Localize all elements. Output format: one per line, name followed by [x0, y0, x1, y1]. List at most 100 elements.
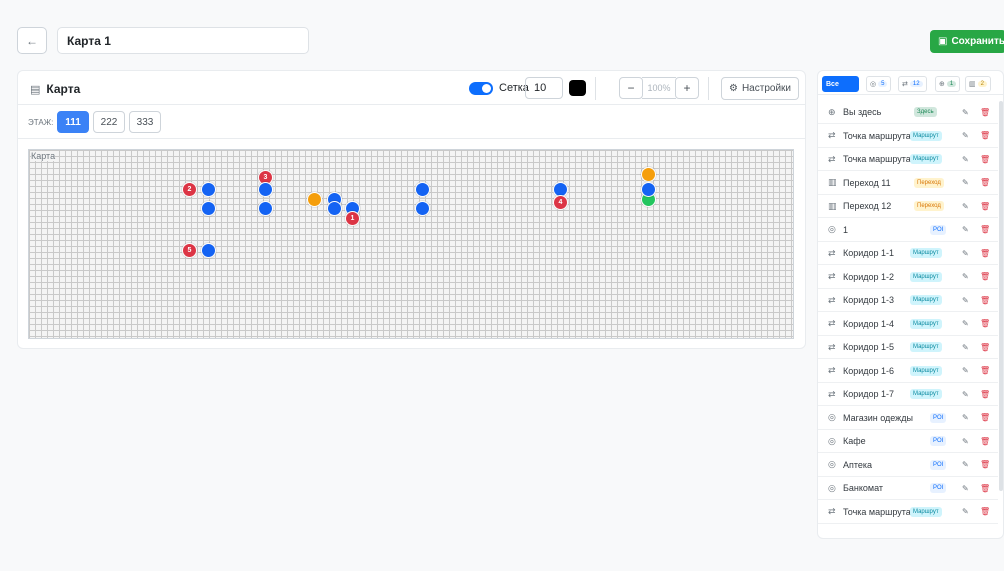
trash-icon[interactable]: 🗑 — [980, 484, 990, 493]
map-marker[interactable] — [201, 243, 216, 258]
trash-icon[interactable]: 🗑 — [980, 249, 990, 258]
list-item[interactable]: ◎ Банкомат POI ✎ 🗑 — [818, 477, 998, 500]
trash-icon[interactable]: 🗑 — [980, 366, 990, 375]
item-type-icon: ▥ — [828, 177, 837, 187]
list-item[interactable]: ◎ Аптека POI ✎ 🗑 — [818, 454, 998, 477]
trash-icon[interactable]: 🗑 — [980, 319, 990, 328]
map-marker[interactable] — [641, 182, 656, 197]
floor-tab-222[interactable]: 222 — [93, 111, 125, 133]
map-marker-numbered[interactable]: 5 — [182, 243, 197, 258]
map-marker[interactable] — [307, 192, 322, 207]
trash-icon[interactable]: 🗑 — [980, 225, 990, 234]
trash-icon[interactable]: 🗑 — [980, 460, 990, 469]
floor-tab-333[interactable]: 333 — [129, 111, 161, 133]
filter-chip[interactable]: ⊕ 1 — [935, 76, 961, 92]
trash-icon[interactable]: 🗑 — [980, 108, 990, 117]
pencil-icon[interactable]: ✎ — [962, 202, 969, 211]
list-item[interactable]: ⇄ Точка маршрута Маршрут ✎ 🗑 — [818, 125, 998, 148]
pencil-icon[interactable]: ✎ — [962, 155, 969, 164]
trash-icon[interactable]: 🗑 — [980, 296, 990, 305]
list-item[interactable]: ⇄ Коридор 1-6 Маршрут ✎ 🗑 — [818, 360, 998, 383]
map-marker-numbered[interactable]: 2 — [182, 182, 197, 197]
pencil-icon[interactable]: ✎ — [962, 296, 969, 305]
trash-icon[interactable]: 🗑 — [980, 178, 990, 187]
zoom-level: 100% — [642, 77, 676, 99]
zoom-in-button[interactable]: + — [675, 77, 699, 99]
pencil-icon[interactable]: ✎ — [962, 484, 969, 493]
trash-icon[interactable]: 🗑 — [980, 202, 990, 211]
map-marker-numbered[interactable]: 4 — [553, 195, 568, 210]
list-item[interactable]: ⇄ Коридор 1-7 Маршрут ✎ 🗑 — [818, 383, 998, 406]
pencil-icon[interactable]: ✎ — [962, 131, 969, 140]
list-item[interactable]: ⇄ Коридор 1-3 Маршрут ✎ 🗑 — [818, 289, 998, 312]
settings-button[interactable]: ⚙ Настройки — [721, 77, 799, 100]
pencil-icon[interactable]: ✎ — [962, 413, 969, 422]
list-item[interactable]: ◎ Кафе POI ✎ 🗑 — [818, 430, 998, 453]
list-item[interactable]: ⇄ Точка маршрута Маршрут ✎ 🗑 — [818, 501, 998, 524]
list-item[interactable]: ▥ Переход 11 Переход ✎ 🗑 — [818, 172, 998, 195]
item-type-icon: ⇄ — [828, 271, 836, 281]
pencil-icon[interactable]: ✎ — [962, 390, 969, 399]
list-item[interactable]: ⇄ Коридор 1-2 Маршрут ✎ 🗑 — [818, 266, 998, 289]
filter-chip[interactable]: ◎ 5 — [866, 76, 892, 92]
map-marker[interactable] — [327, 201, 342, 216]
list-item[interactable]: ⊕ Вы здесь Здесь ✎ 🗑 — [818, 101, 998, 124]
item-type-icon: ◎ — [828, 435, 836, 446]
grid-toggle[interactable] — [469, 82, 493, 95]
item-label: Банкомат — [843, 483, 884, 493]
pencil-icon[interactable]: ✎ — [962, 366, 969, 375]
pencil-icon[interactable]: ✎ — [962, 178, 969, 187]
trash-icon[interactable]: 🗑 — [980, 272, 990, 281]
filter-chip-label: ▥ — [969, 81, 976, 88]
item-label: Кафе — [843, 436, 866, 446]
grid-size-input[interactable]: 10 — [525, 77, 563, 99]
pencil-icon[interactable]: ✎ — [962, 272, 969, 281]
map-marker[interactable] — [415, 182, 430, 197]
filter-chip[interactable]: Все — [822, 76, 859, 92]
trash-icon[interactable]: 🗑 — [980, 413, 990, 422]
filter-chip[interactable]: ⇄ 12 — [898, 76, 927, 92]
list-item[interactable]: ⇄ Точка маршрута Маршрут ✎ 🗑 — [818, 148, 998, 171]
pencil-icon[interactable]: ✎ — [962, 249, 969, 258]
list-item[interactable]: ◎ Магазин одежды POI ✎ 🗑 — [818, 407, 998, 430]
item-label: Точка маршрута — [843, 130, 911, 141]
filter-chip[interactable]: ▥ 2 — [965, 76, 991, 92]
map-canvas[interactable]: Карта 23145 — [28, 149, 794, 339]
pencil-icon[interactable]: ✎ — [962, 343, 969, 352]
map-marker[interactable] — [641, 167, 656, 182]
floor-tab-111[interactable]: 111 — [57, 111, 89, 133]
trash-icon[interactable]: 🗑 — [980, 507, 990, 516]
list-item[interactable]: ▥ Переход 12 Переход ✎ 🗑 — [818, 195, 998, 218]
pencil-icon[interactable]: ✎ — [962, 507, 969, 516]
map-marker[interactable] — [258, 201, 273, 216]
pencil-icon[interactable]: ✎ — [962, 319, 969, 328]
list-item[interactable]: ◎ 1 POI ✎ 🗑 — [818, 219, 998, 242]
map-title-input[interactable] — [57, 27, 309, 54]
item-type-badge: Переход — [914, 177, 944, 188]
item-type-badge: Маршрут — [910, 248, 942, 258]
trash-icon[interactable]: 🗑 — [980, 390, 990, 399]
map-marker-numbered[interactable]: 1 — [345, 211, 360, 226]
trash-icon[interactable]: 🗑 — [980, 155, 990, 164]
save-button[interactable]: ▣ Сохранить — [930, 30, 1004, 53]
trash-icon[interactable]: 🗑 — [980, 343, 990, 352]
list-item[interactable]: ⇄ Коридор 1-4 Маршрут ✎ 🗑 — [818, 313, 998, 336]
zoom-out-button[interactable]: − — [619, 77, 643, 99]
trash-icon[interactable]: 🗑 — [980, 437, 990, 446]
map-marker[interactable] — [258, 182, 273, 197]
list-item[interactable]: ⇄ Коридор 1-5 Маршрут ✎ 🗑 — [818, 336, 998, 359]
item-type-icon: ⇄ — [828, 388, 836, 399]
grid-color-picker[interactable] — [569, 80, 586, 96]
map-marker[interactable] — [201, 182, 216, 197]
list-item[interactable]: ⇄ Коридор 1-1 Маршрут ✎ 🗑 — [818, 242, 998, 265]
pencil-icon[interactable]: ✎ — [962, 460, 969, 469]
pencil-icon[interactable]: ✎ — [962, 108, 969, 117]
map-marker[interactable] — [201, 201, 216, 216]
trash-icon[interactable]: 🗑 — [980, 131, 990, 140]
back-button[interactable]: ← — [17, 27, 47, 54]
scrollbar[interactable] — [999, 101, 1003, 491]
item-label: Магазин одежды — [843, 412, 913, 423]
pencil-icon[interactable]: ✎ — [962, 225, 969, 234]
pencil-icon[interactable]: ✎ — [962, 437, 969, 446]
map-marker[interactable] — [415, 201, 430, 216]
